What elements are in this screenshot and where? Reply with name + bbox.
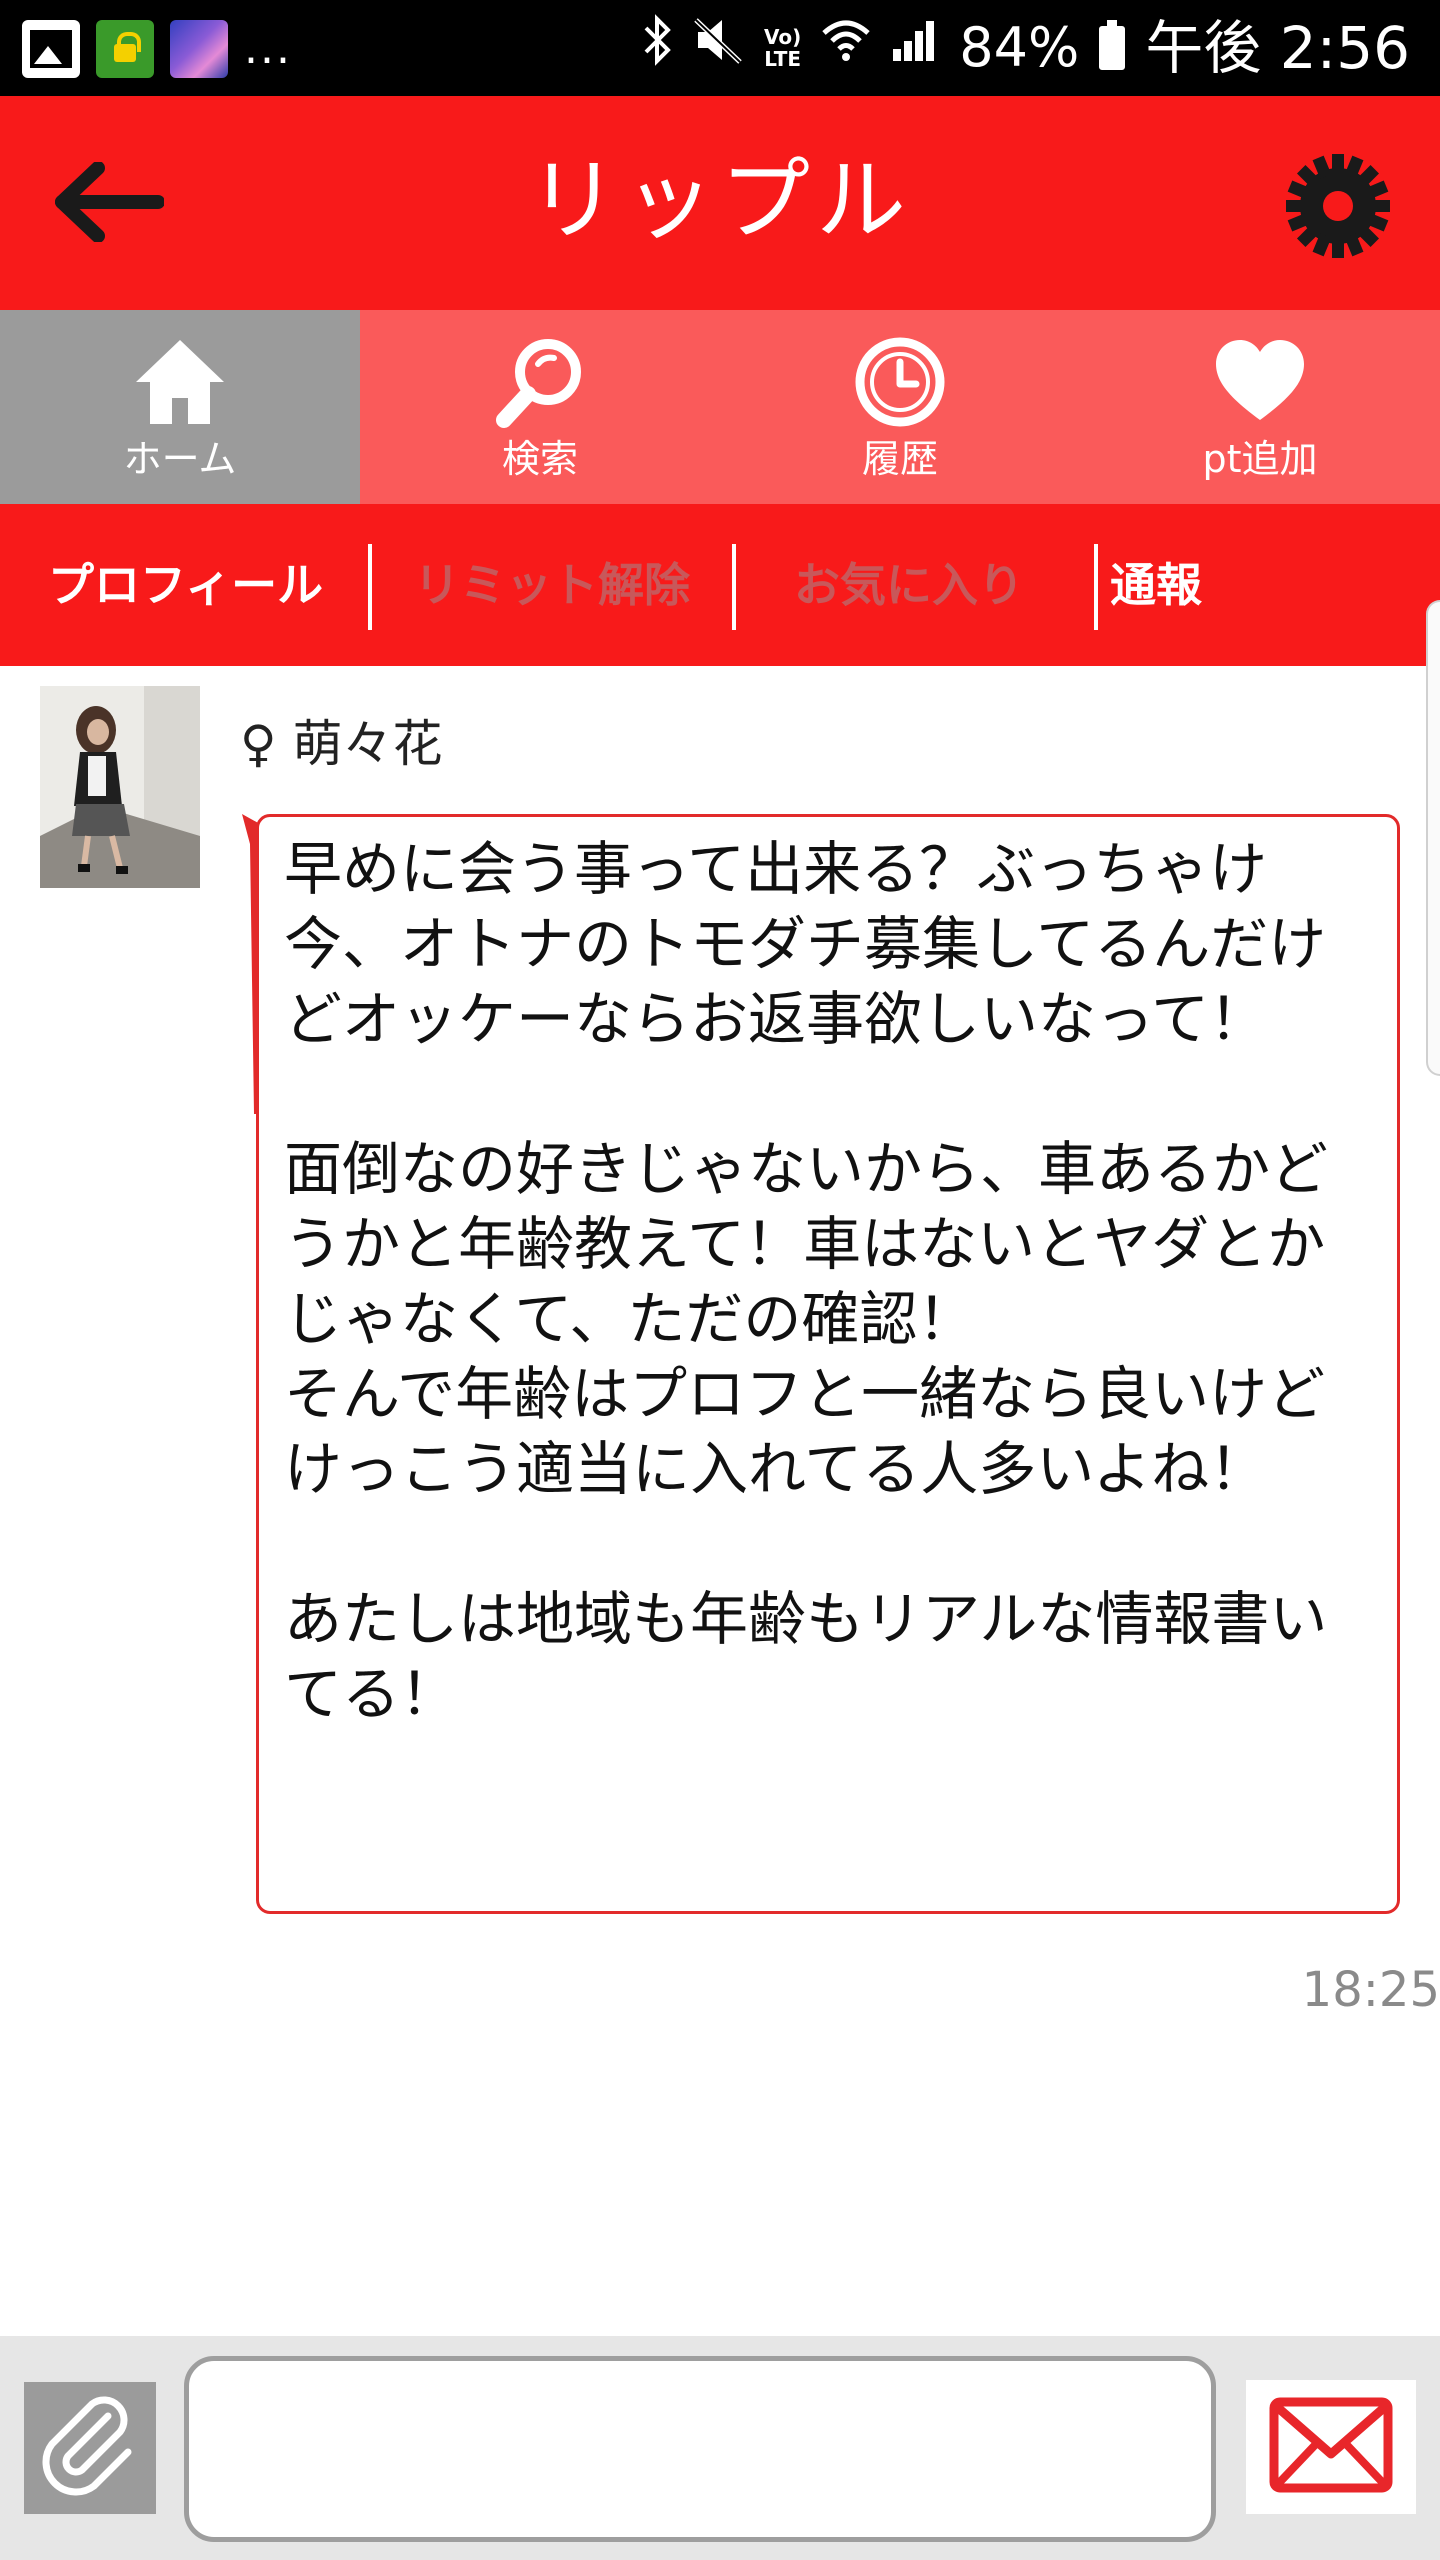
battery-icon [1099, 20, 1126, 70]
status-bar: ... Vo) LTE 84% 午後 2:56 [0, 0, 1440, 96]
tab-search[interactable]: 検索 [360, 310, 720, 504]
avatar-photo [40, 686, 200, 888]
gallery-icon [22, 20, 80, 78]
signal-icon [891, 17, 939, 79]
sub-nav: プロフィール リミット解除 お気に入り 通報 [0, 504, 1440, 666]
message-text: 早めに会う事って出来る？ぶっちゃけ今、オトナのトモダチ募集してるんだけどオッケー… [284, 835, 1329, 1728]
tab-home-label: ホーム [123, 437, 237, 481]
main-nav: ホーム 検索 履歴 pt追加 [0, 310, 1440, 504]
sender-name: 萌々花 [292, 715, 443, 773]
gender-icon: ♀ [240, 715, 277, 773]
mute-icon [692, 14, 744, 82]
clock-time: 午後 2:56 [1145, 14, 1410, 82]
message-timestamp: 18:25 [1301, 1962, 1440, 2018]
network-type: Vo) LTE [764, 25, 802, 71]
avatar[interactable] [40, 686, 200, 888]
search-icon [496, 339, 581, 428]
sender-info: ♀ 萌々花 [240, 712, 443, 776]
paperclip-icon [42, 2396, 132, 2496]
home-icon [136, 340, 224, 424]
tab-home[interactable]: ホーム [0, 310, 360, 504]
clock-icon [855, 337, 945, 427]
wallpaper-thumb-icon [170, 20, 228, 78]
scroll-edge [1426, 600, 1440, 1076]
envelope-icon [1269, 2397, 1393, 2493]
tab-add-points-label: pt追加 [1202, 437, 1318, 481]
attach-button[interactable] [24, 2382, 156, 2514]
app-header: リップル [0, 96, 1440, 310]
lock-app-icon [96, 20, 154, 78]
wifi-icon [821, 17, 871, 79]
message-input[interactable] [184, 2356, 1216, 2542]
settings-button[interactable] [1286, 154, 1390, 258]
sub-tab-divider [368, 544, 372, 630]
tab-history[interactable]: 履歴 [720, 310, 1080, 504]
status-notifications: ... [22, 20, 292, 78]
send-button[interactable] [1246, 2380, 1416, 2514]
more-notifications-indicator: ... [244, 23, 292, 74]
sub-tab-report[interactable]: 通報 [1110, 540, 1202, 630]
tab-history-label: 履歴 [861, 437, 938, 481]
tab-search-label: 検索 [501, 437, 578, 481]
tab-add-points[interactable]: pt追加 [1080, 310, 1440, 504]
sub-tab-profile[interactable]: プロフィール [48, 540, 323, 630]
sub-tab-divider [1094, 544, 1098, 630]
heart-icon [1216, 340, 1304, 420]
composer-bar [0, 2336, 1440, 2560]
battery-percent: 84% [959, 16, 1080, 79]
page-title: リップル [528, 148, 912, 253]
sub-tab-divider [732, 544, 736, 630]
gear-icon [1286, 154, 1390, 258]
status-system: Vo) LTE 84% 午後 2:56 [642, 14, 1410, 82]
bluetooth-icon [642, 14, 672, 82]
sub-tab-limit-release[interactable]: リミット解除 [414, 540, 690, 630]
sub-tab-favorites[interactable]: お気に入り [794, 540, 1024, 630]
